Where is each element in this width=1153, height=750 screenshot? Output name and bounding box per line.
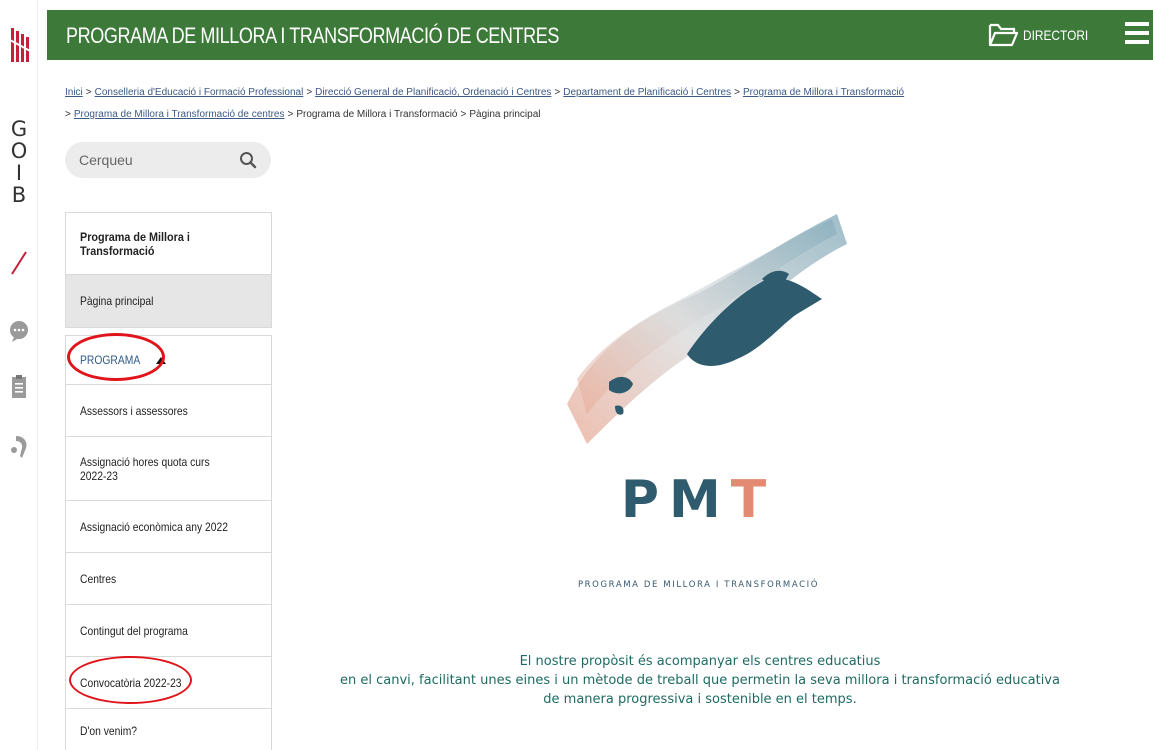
goib-slash (11, 251, 27, 275)
breadcrumb-separator: > (460, 109, 467, 120)
nav-item-label: Assignació econòmica any 2022 (80, 519, 229, 534)
search-box (65, 142, 271, 178)
pmt-letter-p: P (620, 470, 669, 530)
breadcrumb-separator: > (306, 87, 313, 98)
goib-letter: B (11, 183, 27, 207)
pmt-letter-m: M (668, 470, 731, 530)
breadcrumb-link[interactable]: Programa de Millora i Transformació (743, 87, 904, 98)
nav-item-label: Convocatòria 2022-23 (80, 675, 182, 690)
goib-letter: O (10, 139, 28, 163)
nav-item-label: Assignació hores quota curs 2022-23 (80, 454, 210, 483)
breadcrumb-link[interactable]: Conselleria d'Educació i Formació Profes… (95, 87, 304, 98)
pmt-letter-t: T (730, 470, 777, 530)
purpose-statement: El nostre propòsit és acompanyar els cen… (290, 652, 1110, 709)
nav-item-label: Centres (80, 571, 117, 586)
breadcrumb: Inici > Conselleria d'Educació i Formació … (65, 82, 1135, 126)
nav-item-label: Assessors i assessores (80, 403, 188, 418)
site-header: PROGRAMA DE MILLORA I TRANSFORMACIÓ DE C… (47, 10, 1153, 60)
goib-letter: G (10, 117, 28, 141)
pmt-subtitle: PROGRAMA DE MILLORA I TRANSFORMACIÓ (577, 580, 820, 590)
breadcrumb-separator: > (85, 87, 92, 98)
nav-item-label: Pàgina principal (80, 294, 154, 308)
breadcrumb-separator: > (734, 87, 740, 98)
nav-item-assignacio-hores[interactable]: Assignació hores quota curs 2022-23 (65, 437, 272, 501)
nav-item-centres[interactable]: Centres (65, 553, 272, 605)
nav-title[interactable]: Programa de Millora i Transformació (65, 212, 272, 275)
pmt-brush-illustration (567, 214, 847, 444)
purpose-line: El nostre propòsit és acompanyar els cen… (519, 654, 881, 669)
breadcrumb-link[interactable]: Programa de Millora i Transformació de c… (74, 109, 285, 120)
purpose-line: en el canvi, facilitant unes eines i un … (340, 673, 1060, 688)
breadcrumb-separator: > (287, 109, 294, 120)
goib-sidebar-rail: G O I B (0, 0, 38, 750)
search-input[interactable] (79, 150, 229, 170)
nav-item-assignacio-economica[interactable]: Assignació econòmica any 2022 (65, 501, 272, 553)
goib-wordmark: G O I B (7, 118, 31, 206)
nav-item-pagina-principal[interactable]: Pàgina principal (65, 275, 272, 328)
accessibility-icon[interactable] (8, 434, 30, 460)
hamburger-icon[interactable] (1125, 22, 1149, 48)
search-icon[interactable] (239, 151, 257, 169)
breadcrumb-separator: > (65, 109, 71, 120)
nav-section-programa[interactable]: PROGRAMA (65, 335, 272, 385)
pmt-logo: PMT PROGRAMA DE MILLORA I TRANSFORMACIÓ (537, 174, 860, 606)
breadcrumb-separator: > (554, 87, 561, 98)
nav-item-label: Contingut del programa (80, 623, 188, 638)
chat-icon[interactable] (8, 318, 30, 344)
breadcrumb-text: Programa de Millora i Transformació (296, 109, 458, 120)
folder-icon (988, 23, 1019, 47)
collapse-triangle-icon (156, 356, 167, 364)
side-nav: Programa de Millora i Transformació Pàgi… (65, 212, 272, 750)
breadcrumb-current: Pàgina principal (469, 109, 541, 120)
page-title[interactable]: PROGRAMA DE MILLORA I TRANSFORMACIÓ DE C… (66, 23, 559, 49)
goib-letter: I (15, 161, 23, 185)
directory-label: DIRECTORI (1023, 27, 1089, 43)
nav-item-don-venim[interactable]: D'on venim? (65, 709, 272, 750)
goib-logo[interactable] (10, 28, 32, 62)
directory-button[interactable]: DIRECTORI (987, 20, 1100, 50)
clipboard-icon[interactable] (8, 374, 30, 400)
nav-item-assessors[interactable]: Assessors i assessores (65, 385, 272, 437)
nav-item-convocatoria[interactable]: Convocatòria 2022-23 (65, 657, 272, 709)
nav-title-label: Programa de Millora i Transformació (80, 229, 190, 258)
breadcrumb-link[interactable]: Departament de Planificació i Centres (563, 87, 731, 98)
nav-item-label: D'on venim? (80, 723, 138, 738)
breadcrumb-link[interactable]: Inici (65, 87, 83, 98)
pmt-wordmark: PMT (537, 470, 860, 530)
purpose-line: de manera progressiva i sostenible en el… (543, 692, 857, 707)
nav-section-label: PROGRAMA (80, 353, 141, 367)
nav-item-contingut[interactable]: Contingut del programa (65, 605, 272, 657)
breadcrumb-link[interactable]: Direcció General de Planificació, Ordena… (315, 87, 551, 98)
